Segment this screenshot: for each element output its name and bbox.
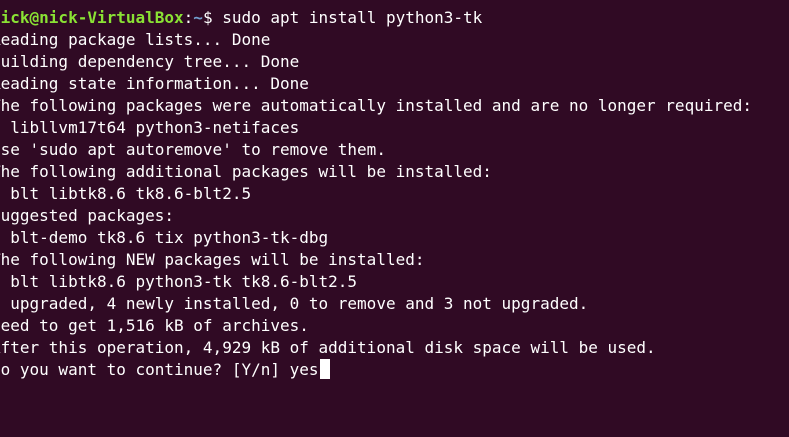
- output-line: Need to get 1,516 kB of archives.: [0, 316, 309, 335]
- output-line: libllvm17t64 python3-netifaces: [0, 118, 300, 137]
- terminal-output: nick@nick-VirtualBox:~$ sudo apt install…: [0, 7, 789, 381]
- command-line: nick@nick-VirtualBox:~$ sudo apt install…: [0, 7, 789, 29]
- output-line: The following additional packages will b…: [0, 162, 492, 181]
- terminal-window[interactable]: nick@nick-VirtualBox:~$ sudo apt install…: [0, 0, 789, 437]
- output-line: Use 'sudo apt autoremove' to remove them…: [0, 140, 386, 159]
- prompt-user-host: nick@nick-VirtualBox: [0, 8, 184, 27]
- output-line: Building dependency tree... Done: [0, 52, 300, 71]
- output-line: blt libtk8.6 python3-tk tk8.6-blt2.5: [0, 272, 358, 291]
- confirm-input[interactable]: yes: [290, 360, 319, 379]
- output-line: Reading state information... Done: [0, 74, 309, 93]
- prompt-separator: :: [183, 8, 194, 27]
- prompt-symbol: $: [202, 8, 223, 27]
- command-text: sudo apt install python3-tk: [222, 8, 483, 27]
- confirm-line: Do you want to continue? [Y/n] yes: [0, 359, 789, 381]
- output-line: blt libtk8.6 tk8.6-blt2.5: [0, 184, 252, 203]
- output-line: The following packages were automaticall…: [0, 96, 752, 115]
- output-line: blt-demo tk8.6 tix python3-tk-dbg: [0, 228, 329, 247]
- output-line: 0 upgraded, 4 newly installed, 0 to remo…: [0, 294, 589, 313]
- output-line: Suggested packages:: [0, 206, 175, 225]
- output-line: Reading package lists... Done: [0, 30, 271, 49]
- output-line: The following NEW packages will be insta…: [0, 250, 425, 269]
- confirm-prompt: Do you want to continue? [Y/n]: [0, 360, 290, 379]
- text-cursor: [319, 359, 330, 379]
- output-line: After this operation, 4,929 kB of additi…: [0, 338, 656, 357]
- prompt-path: ~: [193, 8, 203, 27]
